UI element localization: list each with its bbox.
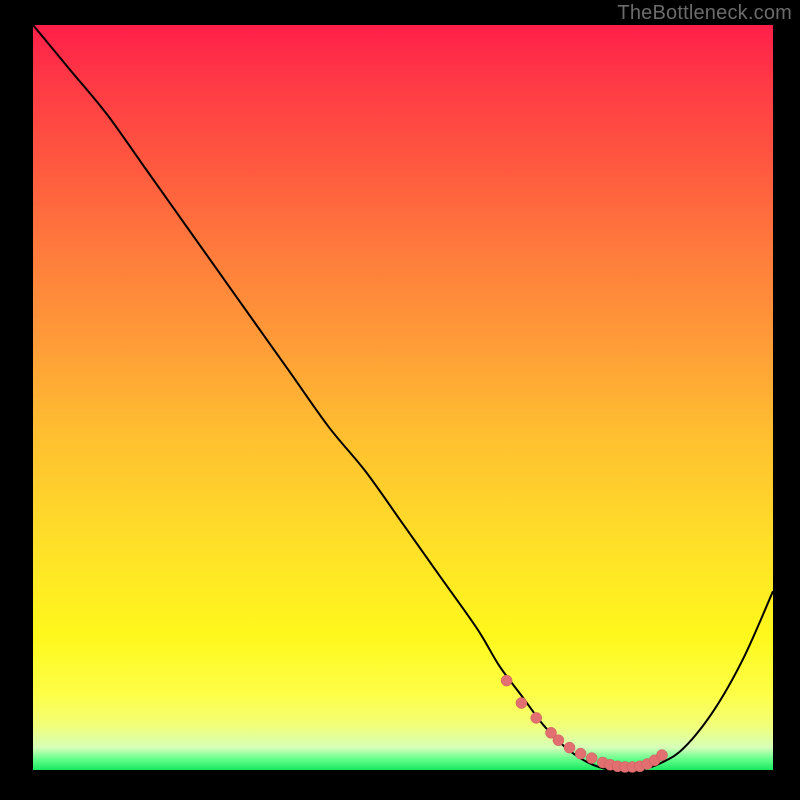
watermark-text: TheBottleneck.com bbox=[617, 2, 792, 25]
chart-svg bbox=[33, 25, 773, 770]
highlight-dot bbox=[657, 750, 668, 761]
highlight-dot bbox=[586, 753, 597, 764]
plot-area bbox=[33, 25, 773, 770]
highlight-dot bbox=[575, 748, 586, 759]
chart-frame: TheBottleneck.com bbox=[0, 0, 800, 800]
highlight-dot bbox=[531, 712, 542, 723]
highlight-dot bbox=[564, 742, 575, 753]
highlight-dots-group bbox=[501, 675, 667, 772]
highlight-dot bbox=[553, 735, 564, 746]
highlight-dot bbox=[516, 698, 527, 709]
bottleneck-curve bbox=[33, 25, 773, 771]
highlight-dot bbox=[501, 675, 512, 686]
